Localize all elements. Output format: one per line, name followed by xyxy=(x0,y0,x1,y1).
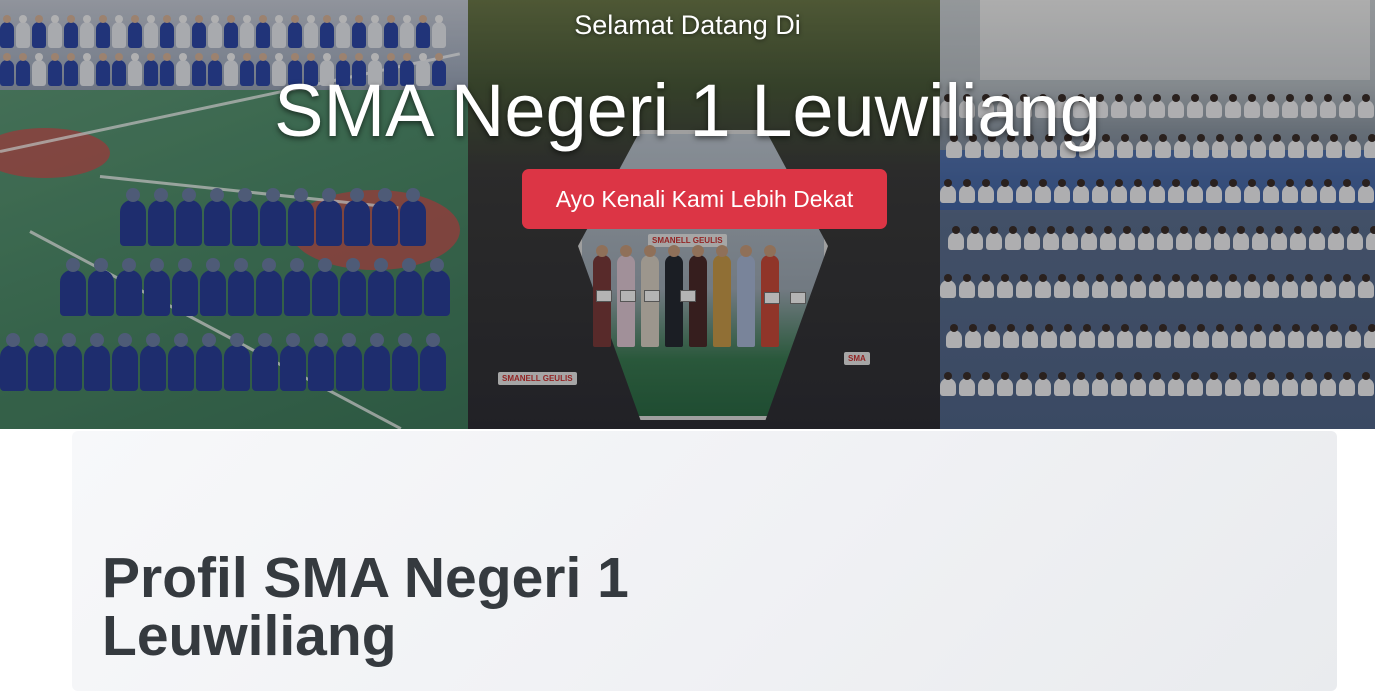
hero-title: SMA Negeri 1 Leuwiliang xyxy=(274,69,1101,152)
hero-section: SMANELL GEULIS SMANELL GEULIS SMA Selama… xyxy=(0,0,1375,429)
profile-section: Profil SMA Negeri 1 Leuwiliang xyxy=(72,431,1337,691)
hero-welcome-text: Selamat Datang Di xyxy=(574,10,801,40)
hero-content: Selamat Datang Di SMA Negeri 1 Leuwilian… xyxy=(0,0,1375,429)
profile-title: Profil SMA Negeri 1 Leuwiliang xyxy=(102,546,629,668)
learn-more-button[interactable]: Ayo Kenali Kami Lebih Dekat xyxy=(522,169,887,229)
